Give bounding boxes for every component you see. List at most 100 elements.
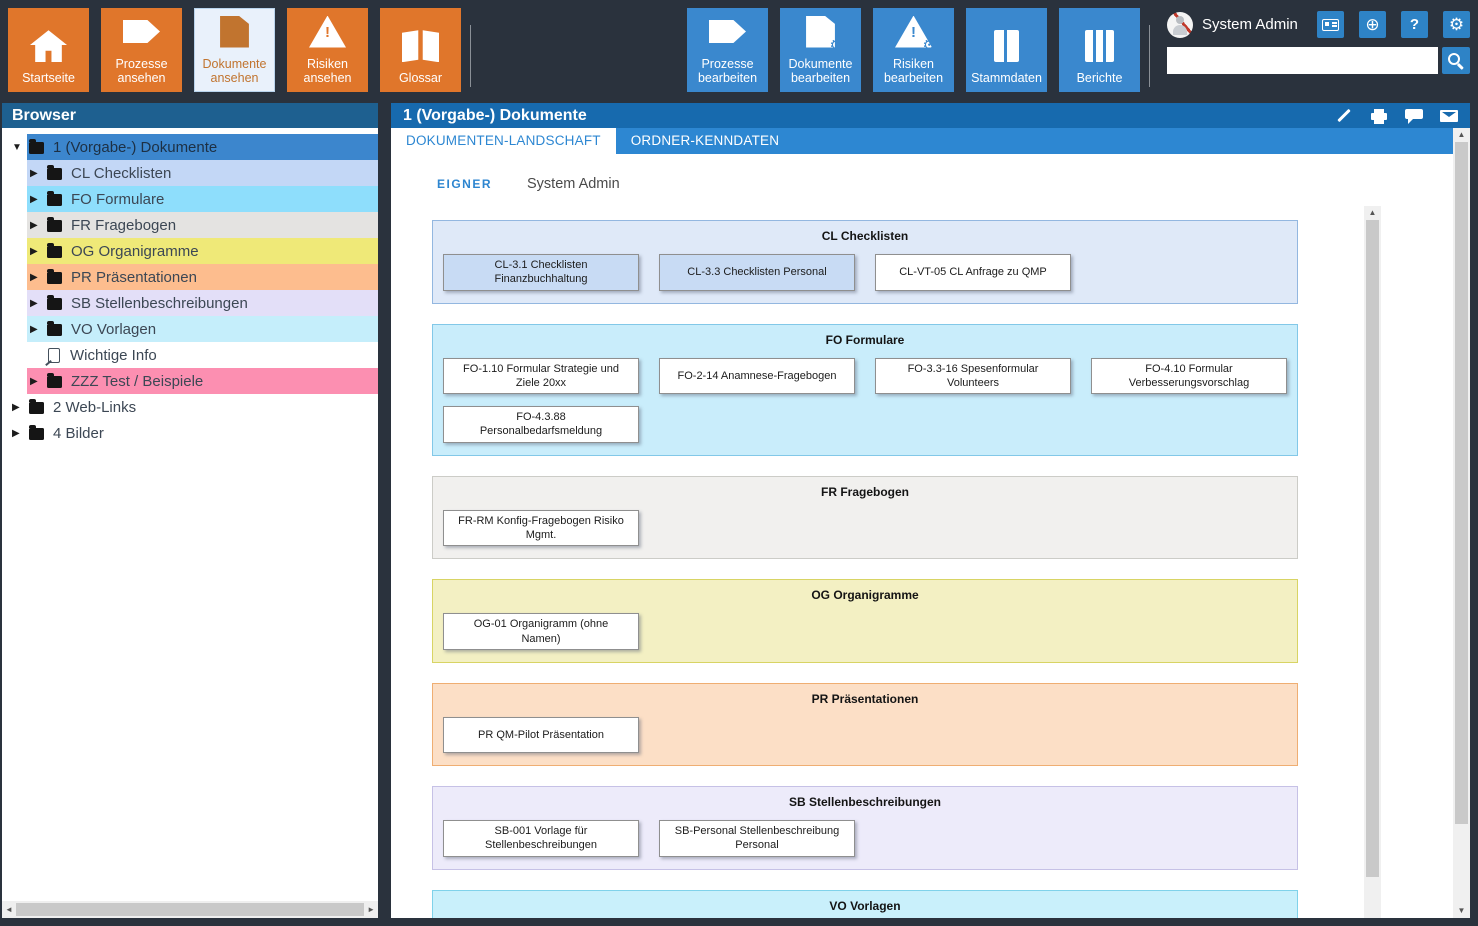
document-card-label: FO-1.10 Formular Strategie und Ziele 20x…	[454, 362, 628, 391]
document-card-label: FO-4.10 Formular Verbesserungsvorschlag	[1102, 362, 1276, 391]
search-input[interactable]	[1167, 47, 1438, 74]
nav-button[interactable]: Dokumente bearbeiten	[780, 8, 861, 92]
expander-icon[interactable]: ▶	[30, 194, 47, 205]
scrollbar-thumb[interactable]	[1366, 220, 1379, 877]
edit-button-group: Prozesse bearbeiten Dokumente bearbeiten…	[687, 8, 1140, 92]
document-gear-icon	[802, 16, 839, 48]
card-grid: SB-001 Vorlage für Stellenbeschreibungen…	[443, 820, 1287, 857]
tree-item[interactable]: ▶ FR Fragebogen	[2, 212, 378, 238]
expander-icon[interactable]: ▶	[30, 376, 47, 387]
nav-button[interactable]: Dokumente ansehen	[194, 8, 275, 92]
id-card-icon[interactable]	[1317, 11, 1344, 38]
edit-pencil-icon[interactable]	[1335, 108, 1353, 124]
tree-item-label: Wichtige Info	[70, 347, 157, 364]
scroll-up-arrow[interactable]: ▲	[1369, 209, 1377, 217]
expander-icon[interactable]: ▶	[30, 272, 47, 283]
document-card[interactable]: FO-3.3-16 Spesenformular Volunteers	[875, 358, 1071, 395]
settings-icon[interactable]: ⚙	[1443, 11, 1470, 38]
tree-item[interactable]: Wichtige Info	[2, 342, 378, 368]
section-title: FO Formulare	[443, 333, 1287, 348]
document-card[interactable]: SB-Personal Stellenbeschreibung Personal	[659, 820, 855, 857]
document-card[interactable]: CL-VT-05 CL Anfrage zu QMP	[875, 254, 1071, 291]
search-button[interactable]	[1442, 47, 1470, 74]
nav-button[interactable]: Stammdaten	[966, 8, 1047, 92]
tab[interactable]: DOKUMENTEN-LANDSCHAFT	[391, 128, 616, 154]
document-card-label: SB-001 Vorlage für Stellenbeschreibungen	[454, 824, 628, 853]
tree-item[interactable]: ▶ ZZZ Test / Beispiele	[2, 368, 378, 394]
nav-button[interactable]: Startseite	[8, 8, 89, 92]
expander-icon[interactable]: ▶	[30, 246, 47, 257]
nav-button-label: Glossar	[399, 71, 442, 86]
document-section: FO Formulare FO-1.10 Formular Strategie …	[432, 324, 1298, 456]
binder-icon	[988, 30, 1025, 62]
tab[interactable]: ORDNER-KENNDATEN	[616, 128, 794, 154]
card-grid: FO-1.10 Formular Strategie und Ziele 20x…	[443, 358, 1287, 443]
tree-item[interactable]: ▶ FO Formulare	[2, 186, 378, 212]
mail-icon[interactable]	[1440, 108, 1458, 124]
nav-button[interactable]: Berichte	[1059, 8, 1140, 92]
document-card[interactable]: FO-1.10 Formular Strategie und Ziele 20x…	[443, 358, 639, 395]
tree-item[interactable]: ▶ CL Checklisten	[2, 160, 378, 186]
scroll-right-arrow[interactable]: ►	[367, 906, 375, 914]
scroll-up-arrow[interactable]: ▲	[1458, 131, 1466, 139]
tree-item[interactable]: ▶ 4 Bilder	[2, 420, 378, 446]
view-button-group: Startseite Prozesse ansehen Dokumente an…	[8, 8, 461, 92]
tree-item[interactable]: ▶ 2 Web-Links	[2, 394, 378, 420]
card-grid: CL-3.1 Checklisten Finanzbuchhaltung CL-…	[443, 254, 1287, 291]
document-card[interactable]: OG-01 Organigramm (ohne Namen)	[443, 613, 639, 650]
document-card[interactable]: FR-RM Konfig-Fragebogen Risiko Mgmt.	[443, 510, 639, 547]
document-section: OG Organigramme OG-01 Organigramm (ohne …	[432, 579, 1298, 663]
document-section: VO Vorlagen	[432, 890, 1298, 918]
expander-icon[interactable]: ▶	[30, 324, 47, 335]
tab-label: ORDNER-KENNDATEN	[631, 133, 779, 148]
document-card-label: CL-3.1 Checklisten Finanzbuchhaltung	[454, 258, 628, 287]
expander-icon[interactable]: ▶	[30, 298, 47, 309]
scrollbar-thumb[interactable]	[16, 903, 364, 916]
reports-icon	[1081, 30, 1118, 62]
expander-icon[interactable]: ▶	[12, 428, 29, 439]
search-bar	[1167, 47, 1470, 74]
expander-icon[interactable]: ▶	[30, 220, 47, 231]
document-card[interactable]: CL-3.1 Checklisten Finanzbuchhaltung	[443, 254, 639, 291]
user-avatar[interactable]	[1167, 12, 1193, 38]
nav-button[interactable]: Prozesse bearbeiten	[687, 8, 768, 92]
tree-item[interactable]: ▶ VO Vorlagen	[2, 316, 378, 342]
document-card[interactable]: FO-4.10 Formular Verbesserungsvorschlag	[1091, 358, 1287, 395]
globe-icon[interactable]: ⊕	[1359, 11, 1386, 38]
expander-icon[interactable]: ▶	[12, 402, 29, 413]
document-card[interactable]: PR QM-Pilot Präsentation	[443, 717, 639, 753]
user-name: System Admin	[1202, 16, 1298, 33]
document-card[interactable]: SB-001 Vorlage für Stellenbeschreibungen	[443, 820, 639, 857]
owner-value: System Admin	[527, 176, 620, 192]
expander-icon[interactable]: ▼	[12, 142, 29, 153]
tree-item-label: 2 Web-Links	[53, 399, 136, 416]
tree-item[interactable]: ▶ PR Präsentationen	[2, 264, 378, 290]
nav-button[interactable]: Risiken bearbeiten	[873, 8, 954, 92]
folder-icon	[47, 194, 62, 206]
landscape-scrollbar[interactable]: ▲	[1364, 206, 1381, 918]
gear-badge-icon	[923, 38, 936, 53]
scroll-left-arrow[interactable]: ◄	[5, 906, 13, 914]
expander-icon[interactable]: ▶	[30, 168, 47, 179]
printer-icon[interactable]	[1370, 108, 1388, 124]
document-card[interactable]: FO-4.3.88 Personalbedarfsmeldung	[443, 406, 639, 443]
tree-item[interactable]: ▶ SB Stellenbeschreibungen	[2, 290, 378, 316]
nav-button[interactable]: Risiken ansehen	[287, 8, 368, 92]
help-icon[interactable]: ?	[1401, 11, 1428, 38]
tree-item-label: FO Formulare	[71, 191, 164, 208]
nav-button[interactable]: Glossar	[380, 8, 461, 92]
comment-icon[interactable]	[1405, 108, 1423, 124]
scroll-down-arrow[interactable]: ▼	[1458, 907, 1466, 915]
tree-item[interactable]: ▼ 1 (Vorgabe-) Dokumente	[2, 134, 378, 160]
section-title: CL Checklisten	[443, 229, 1287, 244]
nav-button[interactable]: Prozesse ansehen	[101, 8, 182, 92]
scrollbar-thumb[interactable]	[1455, 142, 1468, 824]
folder-icon	[47, 246, 62, 258]
browser-horizontal-scrollbar[interactable]: ◄ ►	[2, 901, 378, 918]
document-card[interactable]: FO-2-14 Anamnese-Fragebogen	[659, 358, 855, 395]
main-scrollbar[interactable]: ▲ ▼	[1453, 128, 1470, 918]
tree-item-label: CL Checklisten	[71, 165, 171, 182]
document-card[interactable]: CL-3.3 Checklisten Personal	[659, 254, 855, 291]
user-row: System Admin ⊕ ? ⚙	[1167, 11, 1470, 38]
tree-item[interactable]: ▶ OG Organigramme	[2, 238, 378, 264]
